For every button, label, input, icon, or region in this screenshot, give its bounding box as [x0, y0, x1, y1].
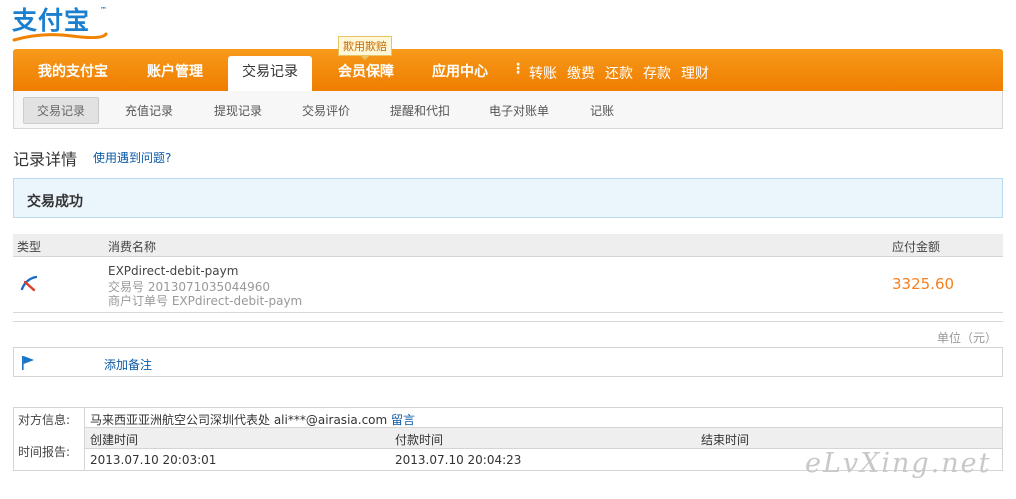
page-title: 记录详情 — [13, 150, 78, 169]
nav-transaction-records[interactable]: 交易记录 — [228, 56, 312, 91]
subnav-statements[interactable]: 电子对账单 — [489, 102, 549, 119]
watermark: eLvXing.net — [805, 448, 992, 479]
message-link[interactable]: 留言 — [391, 413, 415, 427]
amount: 3325.60 — [892, 275, 955, 293]
header-type: 类型 — [17, 240, 42, 254]
nav-link-pay-bills[interactable]: 缴费 — [567, 63, 595, 83]
order-number: 商户订单号 EXPdirect-debit-paym — [108, 294, 303, 308]
airline-icon — [20, 275, 38, 292]
logo-swoosh-icon — [12, 32, 108, 42]
status-banner: 交易成功 — [13, 178, 1003, 218]
subnav-withdraw[interactable]: 提现记录 — [214, 102, 262, 119]
main-nav: 我的支付宝 账户管理 交易记录 会员保障 应用中心 ⋮ 转账 缴费 还款 存款 … — [13, 49, 1003, 91]
time-header-row: 创建时间 付款时间 结束时间 — [85, 428, 1002, 449]
nav-link-deposit[interactable]: 存款 — [643, 63, 671, 83]
promo-tag[interactable]: 欺用欺赔 — [338, 36, 392, 60]
flag-icon — [22, 356, 34, 370]
add-memo-link[interactable]: 添加备注 — [104, 356, 152, 373]
nav-app-center[interactable]: 应用中心 — [432, 61, 488, 81]
subnav-recharge[interactable]: 充值记录 — [125, 102, 173, 119]
created-time: 2013.07.10 20:03:01 — [90, 453, 217, 467]
subnav-reminders[interactable]: 提醒和代扣 — [390, 102, 450, 119]
header-amount: 应付金额 — [892, 240, 941, 254]
nav-my-alipay[interactable]: 我的支付宝 — [38, 61, 108, 81]
paid-time-header: 付款时间 — [395, 433, 444, 447]
time-report-label: 时间报告: — [18, 445, 71, 459]
subnav-transactions[interactable]: 交易记录 — [23, 97, 100, 124]
subnav-bookkeeping[interactable]: 记账 — [590, 102, 614, 119]
table-header: 类型 消费名称 应付金额 — [13, 234, 1003, 257]
item-name: EXPdirect-debit-paym — [108, 264, 239, 278]
nav-account-management[interactable]: 账户管理 — [147, 61, 203, 81]
nav-link-wealth[interactable]: 理财 — [681, 63, 709, 83]
divider — [13, 321, 1003, 322]
end-time-header: 结束时间 — [701, 433, 750, 447]
help-link[interactable]: 使用遇到问题? — [93, 149, 171, 166]
nav-separator: ⋮ — [511, 61, 525, 77]
created-time-header: 创建时间 — [90, 433, 139, 447]
logo-trademark: ™ — [100, 6, 107, 14]
nav-link-repay[interactable]: 还款 — [605, 63, 633, 83]
table-row: EXPdirect-debit-paym 交易号 201307103504496… — [13, 257, 1003, 313]
memo-box: 添加备注 — [13, 347, 1003, 377]
nav-member-protection[interactable]: 会员保障 — [338, 61, 394, 81]
counterparty-label: 对方信息: — [18, 413, 71, 427]
currency-unit: 单位（元） — [937, 331, 998, 345]
counterparty-text: 马来西亚亚洲航空公司深圳代表处 ali***@airasia.com — [90, 413, 388, 427]
status-text: 交易成功 — [27, 194, 83, 210]
sub-nav: 交易记录 充值记录 提现记录 交易评价 提醒和代扣 电子对账单 记账 — [13, 91, 1003, 129]
subnav-reviews[interactable]: 交易评价 — [302, 102, 350, 119]
paid-time: 2013.07.10 20:04:23 — [395, 453, 522, 467]
header-name: 消费名称 — [108, 240, 157, 254]
counterparty-info: 马来西亚亚洲航空公司深圳代表处 ali***@airasia.com 留言 — [90, 411, 415, 428]
nav-link-transfer[interactable]: 转账 — [529, 63, 557, 83]
